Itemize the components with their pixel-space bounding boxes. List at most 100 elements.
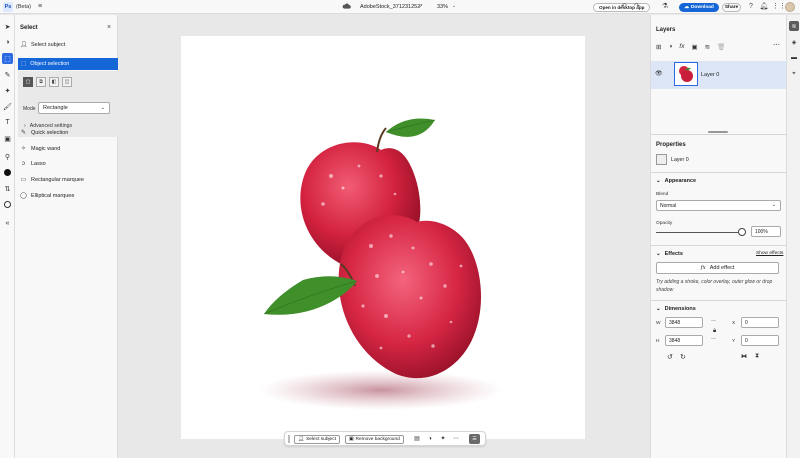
height-input[interactable]: 3848 [665, 335, 703, 346]
x-input[interactable]: 0 [741, 317, 779, 328]
cloud-icon [342, 3, 351, 9]
help-icon[interactable]: ? [746, 2, 756, 12]
contextual-taskbar: 👤︎ Select subject ▣ Remove background ▤ … [284, 431, 486, 446]
opacity-slider-handle[interactable] [738, 228, 746, 236]
lock-aspect-icon[interactable]: 🔒︎ [713, 328, 716, 335]
mode-dropdown[interactable]: Rectangle ⌄ [38, 102, 110, 114]
quick-selection-item[interactable]: ✎ Quick selection [20, 127, 115, 138]
object-selection-icon: ⬚ [21, 61, 27, 67]
magic-wand-item[interactable]: ✧ Magic wand [20, 143, 115, 154]
layer-thumbnail[interactable] [674, 62, 698, 86]
rectangular-marquee-item[interactable]: ▭ Rectangular marquee [20, 174, 115, 185]
selection-tool-icon[interactable]: ⬚ [2, 53, 13, 64]
chevron-down-icon[interactable]: ⌄ [452, 3, 456, 9]
width-input[interactable]: 3848 [665, 317, 703, 328]
flip-vertical-icon[interactable]: ⧗ [755, 353, 759, 360]
remove-background-button[interactable]: ▣ Remove background [345, 434, 404, 444]
drag-handle-icon[interactable] [288, 435, 290, 443]
add-effect-button[interactable]: fx Add effect [656, 262, 779, 274]
canvas-area[interactable]: 👤︎ Select subject ▣ Remove background ▤ … [118, 15, 650, 458]
select-subject-item[interactable]: 👤︎ Select subject [20, 39, 115, 50]
adjustments-panel-icon[interactable]: ◈ [789, 37, 799, 47]
heal-tool-icon[interactable]: ✦ [2, 85, 13, 96]
flask-icon[interactable]: ⚗ [660, 2, 670, 12]
redo-icon[interactable]: ↷ [634, 2, 640, 10]
fx-icon[interactable]: fx [679, 43, 684, 51]
lasso-icon: ↄ [22, 160, 25, 167]
generative-fill-icon[interactable]: ✦ [438, 434, 448, 444]
app-logo[interactable]: Ps [3, 1, 13, 12]
properties-layer-name: Layer 0 [671, 157, 689, 163]
notifications-icon[interactable]: 🔔︎ [759, 2, 769, 12]
brush-tool-icon[interactable]: 🖌︎ [2, 101, 13, 112]
comments-panel-icon[interactable]: ▬ [789, 53, 799, 63]
opacity-slider-track[interactable] [656, 232, 738, 233]
link-line-icon: — [711, 336, 716, 342]
top-bar: Ps (Beta) ≡ AdobeStock_371231252* ⌄ 33% … [0, 0, 800, 14]
dimensions-section-header[interactable]: ⌄ Dimensions [656, 306, 696, 312]
image-tool-icon[interactable]: ▣ [2, 133, 13, 144]
share-button[interactable]: Share [722, 2, 741, 12]
blend-mode-dropdown[interactable]: Normal ⌄ [656, 200, 781, 211]
y-input[interactable]: 0 [741, 335, 779, 346]
document-canvas[interactable] [181, 36, 585, 439]
select-panel: Select × 👤︎ Select subject ⬚ Object sele… [15, 15, 129, 458]
elliptical-marquee-item[interactable]: ◯ Elliptical marquee [20, 190, 115, 201]
rotate-right-icon[interactable]: ↻ [680, 353, 686, 361]
menu-icon[interactable]: ≡ [38, 3, 42, 10]
foreground-color-swatch[interactable] [2, 167, 13, 178]
more-options-icon[interactable]: ⋯ [451, 434, 461, 444]
more-options-icon[interactable]: ⋯ [773, 41, 780, 49]
add-selection-icon[interactable]: ⧉ [36, 77, 46, 87]
tool-label: Magic wand [31, 145, 61, 152]
opacity-input[interactable]: 100% [751, 226, 781, 237]
layers-panel-icon[interactable]: ≋ [789, 21, 799, 31]
adjustment-icon[interactable]: ◑ [425, 434, 435, 444]
layer-row[interactable]: 👁︎ Layer 0 [651, 61, 787, 89]
mask-icon[interactable]: ▣ [691, 43, 697, 51]
person-icon: 👤︎ [20, 42, 28, 48]
close-icon[interactable]: × [107, 24, 111, 31]
mask-icon[interactable]: ▤ [412, 434, 422, 444]
object-selection-item[interactable]: ⬚ Object selection [18, 58, 129, 70]
apps-grid-icon[interactable]: ⋮⋮ [772, 2, 786, 12]
effects-section-header[interactable]: ⌄ Effects [656, 251, 683, 257]
flip-horizontal-icon[interactable]: ⧓ [741, 353, 747, 360]
rotate-left-icon[interactable]: ↺ [667, 353, 673, 361]
select-subject-button[interactable]: 👤︎ Select subject [294, 434, 340, 444]
panel-resize-handle[interactable] [708, 131, 728, 133]
show-effects-link[interactable]: Show effects [756, 251, 783, 256]
collapse-panel-icon[interactable]: « [2, 218, 13, 229]
type-tool-icon[interactable]: T [2, 117, 13, 128]
eyedropper-tool-icon[interactable]: ⚲ [2, 151, 13, 162]
brush-refine-tool-icon[interactable]: ✎ [2, 69, 13, 80]
quick-selection-icon: ✎ [20, 130, 27, 136]
background-color-swatch[interactable] [2, 199, 13, 210]
selection-mode-group: ▢ ⧉ ◧ ◫ [23, 77, 72, 87]
zoom-level[interactable]: 33% [437, 4, 448, 10]
right-icon-strip: ≋ ◈ ▬ ⌖ [786, 15, 800, 458]
stack-icon[interactable]: ≋ [705, 43, 710, 51]
subtract-selection-icon[interactable]: ◧ [49, 77, 59, 87]
avatar[interactable] [785, 2, 795, 12]
move-tool-icon[interactable]: ➤ [2, 21, 13, 32]
layer-type-icon [656, 154, 667, 165]
document-title[interactable]: AdobeStock_371231252* [360, 4, 422, 10]
appearance-label: Appearance [664, 178, 697, 184]
undo-icon[interactable]: ↶ [621, 2, 627, 10]
history-panel-icon[interactable]: ⌖ [789, 69, 799, 79]
layers-title: Layers [656, 27, 676, 33]
taskbar-settings-icon[interactable]: ☰ [469, 434, 480, 444]
lasso-item[interactable]: ↄ Lasso [20, 158, 115, 169]
appearance-section-header[interactable]: ⌄ Appearance [656, 178, 696, 184]
adjustment-layer-icon[interactable]: ◑ [668, 43, 672, 51]
chevron-down-icon[interactable]: ⌄ [418, 3, 422, 9]
swap-colors-icon[interactable]: ⇅ [2, 183, 13, 194]
add-layer-icon[interactable]: ⊞ [656, 43, 661, 51]
trash-icon[interactable]: 🗑︎ [717, 43, 725, 51]
intersect-selection-icon[interactable]: ◫ [62, 77, 72, 87]
new-selection-icon[interactable]: ▢ [23, 77, 33, 87]
eye-icon[interactable]: 👁︎ [655, 70, 663, 77]
adjustments-tool-icon[interactable]: ◑ [2, 37, 13, 48]
download-button[interactable]: ☁ Download [679, 2, 719, 12]
